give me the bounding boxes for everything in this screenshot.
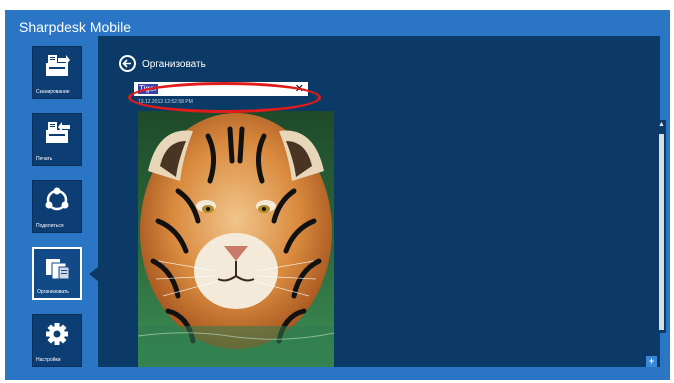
- arrow-left-icon: [122, 59, 131, 68]
- scan-icon: [42, 52, 72, 80]
- sidebar-item-label: Печать: [36, 156, 53, 162]
- sidebar-item-settings[interactable]: Настройки: [32, 314, 82, 367]
- sidebar-item-label: Настройки: [36, 357, 61, 363]
- organize-icon: [43, 254, 73, 282]
- sidebar-item-scan[interactable]: Сканирование: [32, 46, 82, 99]
- sidebar-item-label: Сканирование: [36, 89, 70, 95]
- page-title: Организовать: [142, 59, 206, 70]
- sidebar-item-print[interactable]: Печать: [32, 113, 82, 166]
- print-icon: [42, 119, 72, 147]
- sidebar-item-label: Организовать: [37, 289, 69, 295]
- vertical-scrollbar[interactable]: ▲: [657, 120, 666, 333]
- scroll-thumb[interactable]: [659, 134, 664, 330]
- add-button[interactable]: +: [646, 356, 657, 367]
- highlight-annotation: [128, 82, 321, 113]
- sidebar-item-organize[interactable]: Организовать: [32, 247, 82, 300]
- active-item-pointer: [89, 267, 98, 281]
- tiger-photo[interactable]: [138, 111, 334, 367]
- share-icon: [42, 186, 72, 214]
- sidebar-item-share[interactable]: Поделиться: [32, 180, 82, 233]
- sidebar-item-label: Поделиться: [36, 223, 64, 229]
- back-button[interactable]: [119, 55, 136, 72]
- settings-icon: [42, 320, 72, 348]
- app-title: Sharpdesk Mobile: [19, 19, 132, 35]
- scroll-up-icon[interactable]: ▲: [658, 120, 665, 130]
